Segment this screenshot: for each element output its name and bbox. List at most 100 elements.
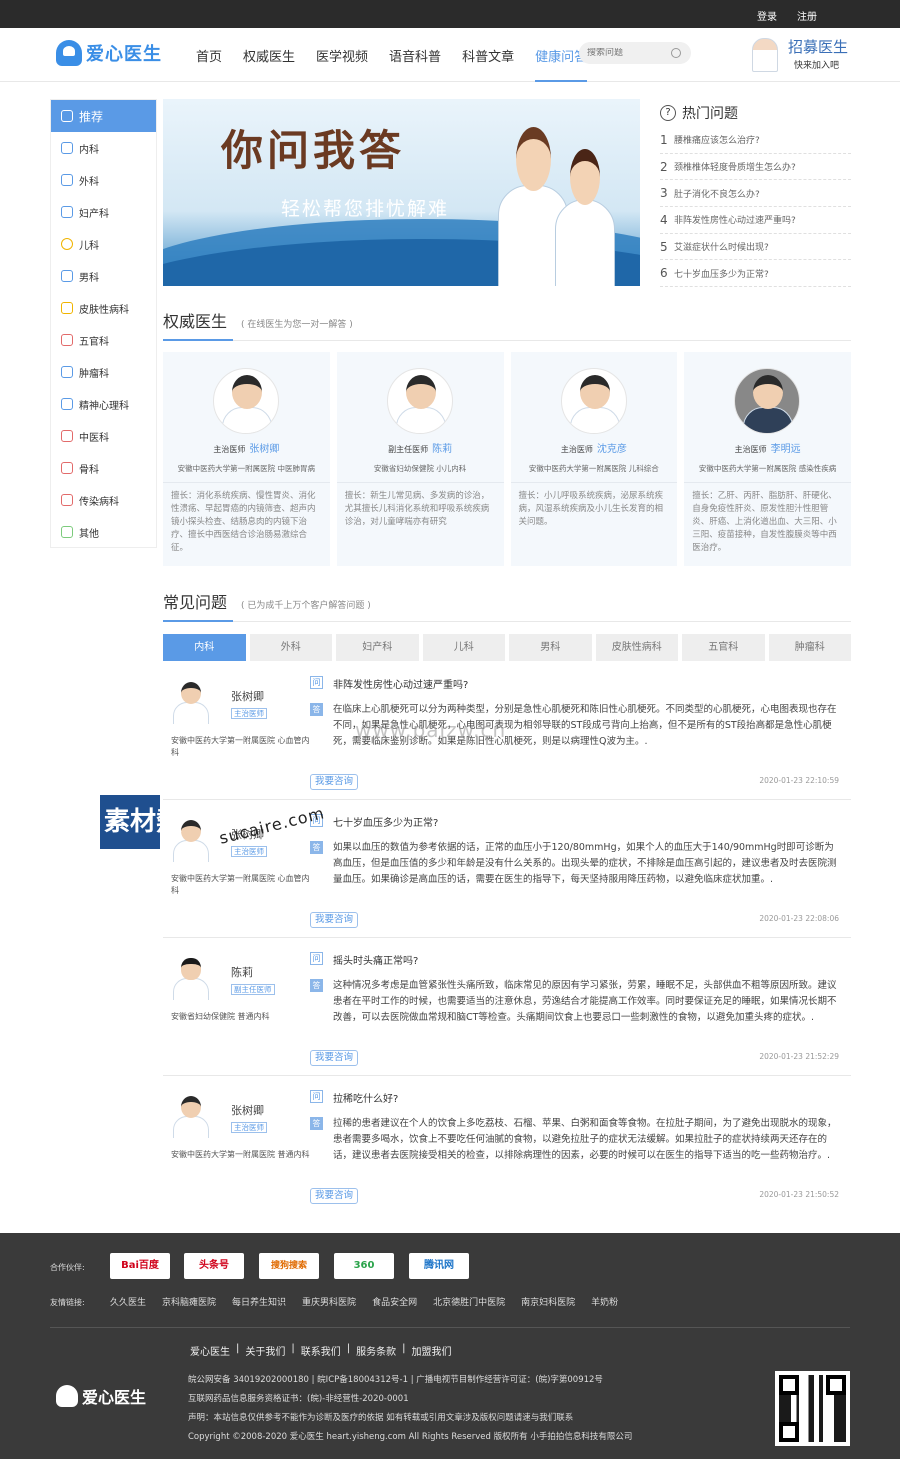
answer-text: 如果以血压的数值为参考依据的话，正常的血压小于120/80mmHg，如果个人的血… <box>333 842 837 885</box>
tab-pediatrics[interactable]: 儿科 <box>422 634 505 661</box>
doctor-hospital: 安徽中医药大学第一附属医院 心血管内科 <box>171 736 310 757</box>
friend-link[interactable]: 食品安全网 <box>372 1295 417 1308</box>
site-logo[interactable]: 爱心医生 <box>56 40 162 66</box>
hot-question-item[interactable]: 3 肚子消化不良怎么办? <box>660 180 851 208</box>
doctor-card[interactable]: 主治医师 李明远 安徽中医药大学第一附属医院 感染性疾病 擅长：乙肝、丙肝、脂肪肝… <box>684 352 851 566</box>
nav-home[interactable]: 首页 <box>196 46 222 82</box>
qa-banner[interactable]: 你问我答 轻松帮您排忧解难 <box>163 99 640 286</box>
doctor-name-line: 主治医师 李明远 <box>734 444 801 455</box>
doctor-skill: 擅长：乙肝、丙肝、脂肪肝、肝硬化、自身免疫性肝炎、原发性胆汁性胆管炎、肝癌、上消… <box>692 491 837 553</box>
footer-logo[interactable]: 爱心医生 <box>56 1384 146 1408</box>
friend-link[interactable]: 羊奶粉 <box>591 1295 618 1308</box>
doctor-avatar <box>171 680 211 724</box>
sidebar-item-andrology[interactable]: 男科 <box>51 260 156 292</box>
doctor-title-badge: 主治医师 <box>231 1122 267 1133</box>
friend-link[interactable]: 北京德胜门中医院 <box>433 1295 505 1308</box>
footer-divider <box>50 1327 850 1328</box>
consult-button[interactable]: 我要咨询 <box>310 912 359 928</box>
doctor-card[interactable]: 副主任医师 陈莉 安徽省妇幼保健院 小儿内科 擅长：新生儿常见病、多发病的诊治，尤… <box>336 352 504 566</box>
watermark-logo: 素材熱 <box>100 795 182 849</box>
sidebar-item-pediatrics[interactable]: 儿科 <box>51 228 156 260</box>
sidebar-item-other[interactable]: 其他 <box>51 516 156 548</box>
consult-button[interactable]: 我要咨询 <box>310 1050 359 1066</box>
hot-question-item[interactable]: 5 艾滋症状什么时候出现? <box>660 234 851 261</box>
register-link[interactable]: 注册 <box>797 8 817 23</box>
hand-icon <box>61 302 73 314</box>
doctor-title-badge: 主治医师 <box>231 846 267 857</box>
recruit-doctor-promo[interactable]: 招募医生 快来加入吧 <box>752 34 852 76</box>
sidebar-item-oncology[interactable]: 肿瘤科 <box>51 356 156 388</box>
partner-baidu[interactable]: Bai百度 <box>110 1253 170 1279</box>
friend-link[interactable]: 每日养生知识 <box>232 1295 286 1308</box>
question-text[interactable]: 七十岁血压多少为正常? <box>333 814 438 829</box>
baby-icon <box>61 206 73 218</box>
sidebar-item-tcm[interactable]: 中医科 <box>51 420 156 452</box>
doctor-card[interactable]: 主治医师 沈克彦 安徽中医药大学第一附属医院 儿科综合 擅长：小儿呼吸系统疾病，泌… <box>510 352 678 566</box>
question-text[interactable]: 拉稀吃什么好? <box>333 1090 398 1105</box>
sidebar-item-internal[interactable]: 内科 <box>51 132 156 164</box>
consult-button[interactable]: 我要咨询 <box>310 774 359 790</box>
herb-icon <box>61 430 73 442</box>
search-icon[interactable] <box>671 48 681 58</box>
nav-doctors[interactable]: 权威医生 <box>243 46 295 82</box>
search-input[interactable] <box>587 48 667 58</box>
hot-question-item[interactable]: 4 非阵发性房性心动过速严重吗? <box>660 207 851 234</box>
tab-obstetrics[interactable]: 妇产科 <box>336 634 419 661</box>
tab-surgery[interactable]: 外科 <box>249 634 332 661</box>
partner-sogou[interactable]: 搜狗搜索 <box>259 1253 319 1279</box>
footer-notice: 声明：本站信息仅供参考不能作为诊断及医疗的依据 如有转载或引用文章涉及版权问题请… <box>188 1413 574 1423</box>
doctor-name[interactable]: 陈莉 <box>231 964 253 980</box>
sidebar-item-dermatology[interactable]: 皮肤性病科 <box>51 292 156 324</box>
hot-question-item[interactable]: 1 腰椎痛应该怎么治疗? <box>660 127 851 154</box>
question-icon: ? <box>660 105 676 121</box>
footer-link-home[interactable]: 爱心医生 <box>190 1343 230 1358</box>
footer-link-about[interactable]: 关于我们 <box>245 1343 285 1358</box>
friend-link[interactable]: 久久医生 <box>110 1295 146 1308</box>
tab-dermatology[interactable]: 皮肤性病科 <box>595 634 678 661</box>
footer-link-join[interactable]: 加盟我们 <box>412 1343 452 1358</box>
department-tabs: 内科 外科 妇产科 儿科 男科 皮肤性病科 五官科 肿瘤科 <box>163 634 851 661</box>
nav-video[interactable]: 医学视频 <box>316 46 368 82</box>
footer-link-terms[interactable]: 服务条款 <box>356 1343 396 1358</box>
friend-link[interactable]: 南京妇科医院 <box>521 1295 575 1308</box>
footer-nav: 爱心医生 | 关于我们 | 联系我们 | 服务条款 | 加盟我们 <box>190 1343 452 1358</box>
doctor-name[interactable]: 张树卿 <box>231 688 264 704</box>
consult-button[interactable]: 我要咨询 <box>310 1188 359 1204</box>
sidebar-item-orthopedics[interactable]: 骨科 <box>51 452 156 484</box>
doctor-avatar <box>213 368 279 434</box>
login-link[interactable]: 登录 <box>757 8 777 23</box>
friend-link[interactable]: 京科脑瘫医院 <box>162 1295 216 1308</box>
doctor-name[interactable]: 张树卿 <box>231 1102 264 1118</box>
doctor-name-line: 主治医师 张树卿 <box>213 444 280 455</box>
question-text[interactable]: 非阵发性房性心动过速严重吗? <box>333 676 468 691</box>
question-icon: 问 <box>310 676 323 689</box>
partner-toutiao[interactable]: 头条号 <box>184 1253 244 1279</box>
partner-360[interactable]: 360 <box>334 1253 394 1279</box>
sidebar-item-surgery[interactable]: 外科 <box>51 164 156 196</box>
sidebar-item-recommend[interactable]: 推荐 <box>51 100 156 132</box>
question-icon: 问 <box>310 952 323 965</box>
friend-link[interactable]: 重庆男科医院 <box>302 1295 356 1308</box>
question-text[interactable]: 摇头时头痛正常吗? <box>333 952 418 967</box>
nav-articles[interactable]: 科普文章 <box>462 46 514 82</box>
answer-time: 2020-01-23 22:08:06 <box>759 914 839 923</box>
heart-doctor-icon <box>56 40 82 66</box>
tab-internal[interactable]: 内科 <box>163 634 246 661</box>
hot-question-item[interactable]: 2 颈椎椎体轻度骨质增生怎么办? <box>660 154 851 181</box>
partner-tencent[interactable]: 腾讯网 <box>409 1253 469 1279</box>
recruit-subtitle: 快来加入吧 <box>794 61 840 71</box>
sidebar-item-obstetrics[interactable]: 妇产科 <box>51 196 156 228</box>
tab-andrology[interactable]: 男科 <box>509 634 592 661</box>
sidebar-item-ent[interactable]: 五官科 <box>51 324 156 356</box>
footer-link-contact[interactable]: 联系我们 <box>301 1343 341 1358</box>
sidebar-item-infectious[interactable]: 传染病科 <box>51 484 156 516</box>
doctor-card[interactable]: 主治医师 张树卿 安徽中医药大学第一附属医院 中医肺胃病 擅长：消化系统疾病、慢性… <box>163 352 330 566</box>
nav-audio[interactable]: 语音科普 <box>389 46 441 82</box>
qa-item: 张树卿 主治医师 安徽中医药大学第一附属医院 普通内科 问 拉稀吃什么好? 答 … <box>163 1088 851 1214</box>
doctor-list: 主治医师 张树卿 安徽中医药大学第一附属医院 中医肺胃病 擅长：消化系统疾病、慢性… <box>163 352 851 566</box>
hot-question-item[interactable]: 6 七十岁血压多少为正常? <box>660 260 851 288</box>
sidebar-item-psychiatry[interactable]: 精神心理科 <box>51 388 156 420</box>
tab-ent[interactable]: 五官科 <box>682 634 765 661</box>
tab-oncology[interactable]: 肿瘤科 <box>768 634 851 661</box>
top-bar: 登录 注册 <box>0 0 900 28</box>
